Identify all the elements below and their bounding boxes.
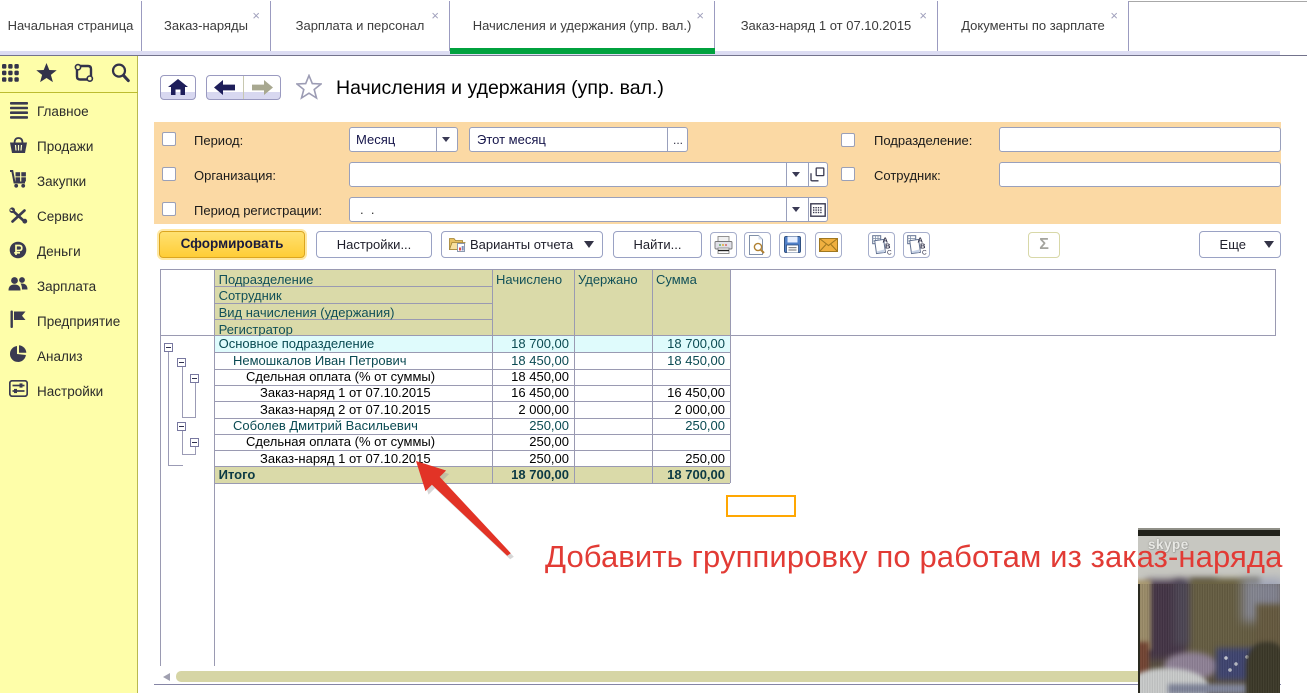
svg-text:C: C [922, 250, 927, 256]
svg-text:C: C [887, 250, 892, 256]
